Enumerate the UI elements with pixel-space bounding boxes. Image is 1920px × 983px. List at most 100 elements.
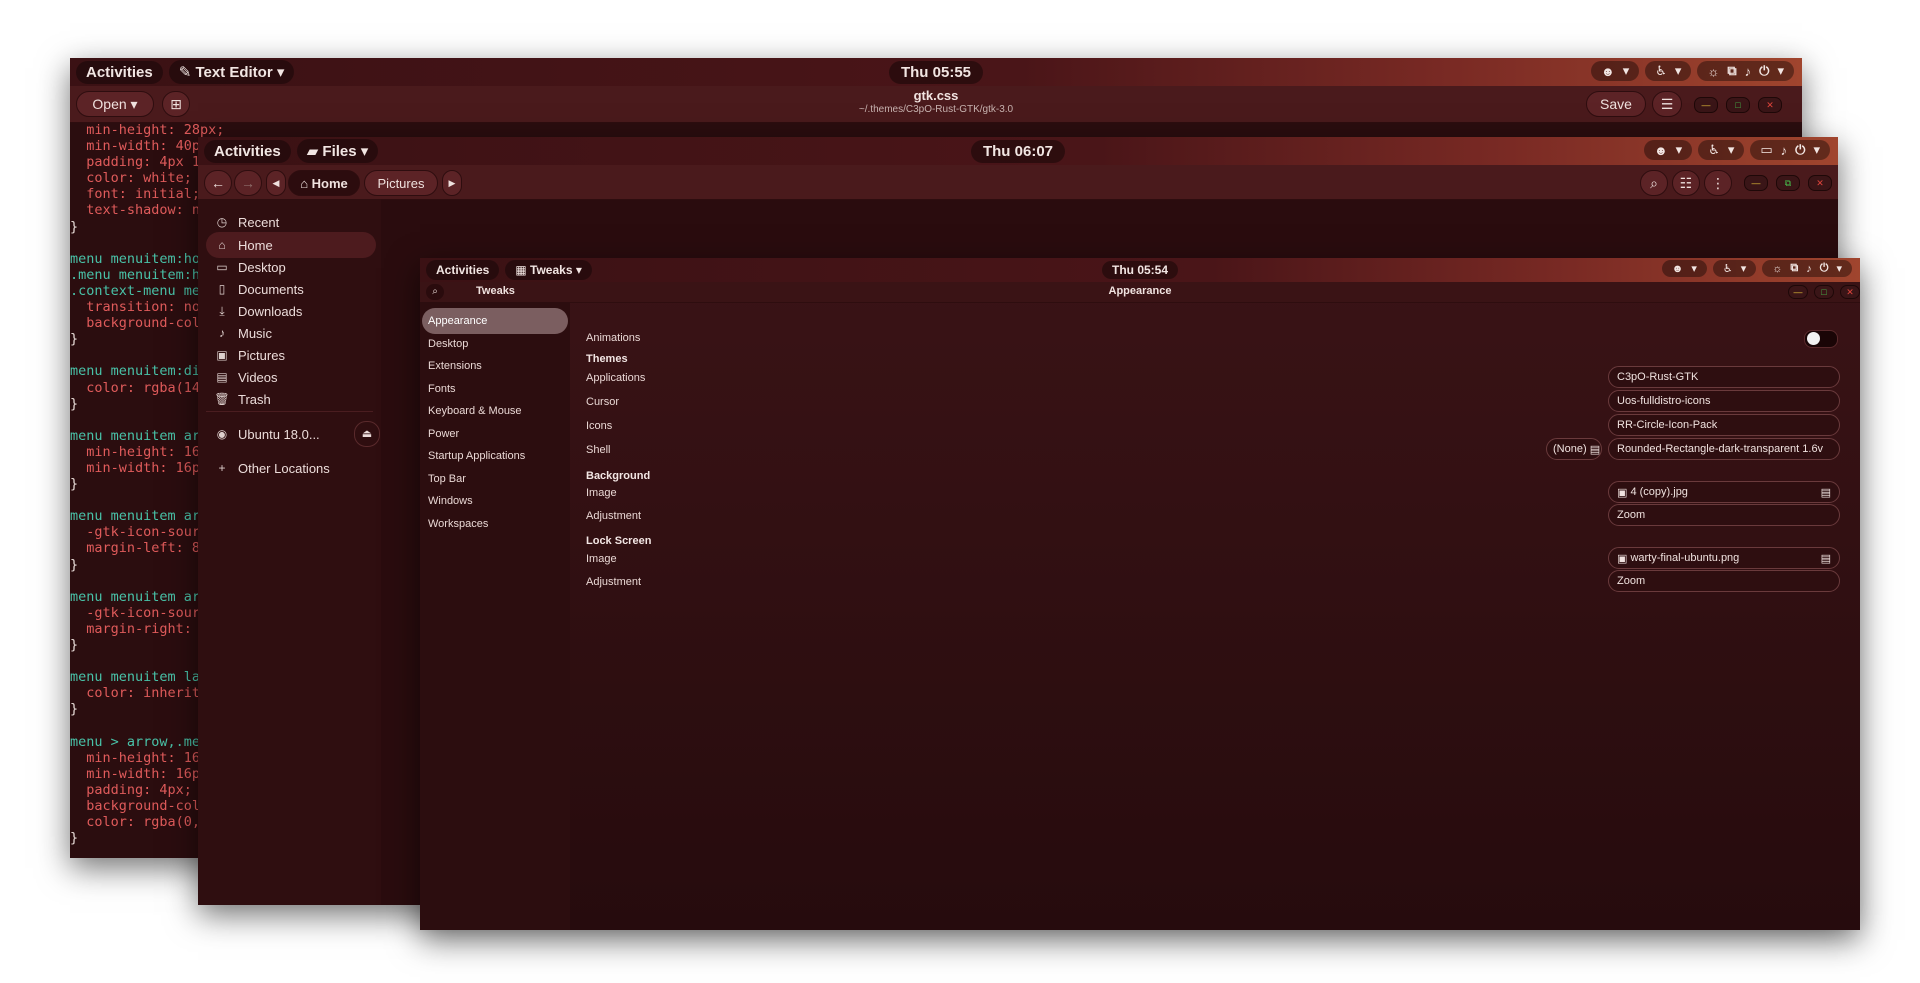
background-image-label: Image [586,487,617,499]
clock[interactable]: Thu 05:55 [888,60,984,84]
clock[interactable]: Thu 05:54 [1101,261,1179,279]
image-icon: ▣ [1617,486,1631,499]
view-toggle-button[interactable]: ☷ [1672,170,1700,196]
accessibility-menu[interactable]: ♿ ▾ [1698,140,1745,160]
background-adjustment-select[interactable]: Zoom [1608,504,1840,526]
lock-screen-image-label: Image [586,553,617,565]
app-menu-button[interactable]: ▰ Files ▾ [296,139,379,163]
editor-header-bar: Open ▾ ⊞ gtk.css ~/.themes/C3pO-Rust-GTK… [70,86,1802,123]
shell-none-button[interactable]: (None) ▤ [1546,438,1602,460]
code-line: text-shadow: n [70,202,201,219]
lock-screen-adjustment-value: Zoom [1617,575,1646,587]
lock-screen-adjustment-select[interactable]: Zoom [1608,570,1840,592]
places-sidebar: ◷ Recent ⌂ Home ▭ Desktop ▯ Documents ⤓ Downloads… [198,199,381,905]
applications-theme-select[interactable]: C3pO-Rust-GTK [1608,366,1840,388]
list-icon: ☷ [1679,174,1693,191]
app-menu-label: Text Editor [195,64,273,81]
path-pictures-button[interactable]: Pictures [364,170,438,196]
shell-none-label: (None) [1553,443,1587,455]
sidebar-item-ubuntu-18-0[interactable]: ◉ Ubuntu 18.0... ⏏ [206,421,380,447]
code-line: min-width: 16p [70,459,201,476]
system-menu[interactable]: ▭ ♪ ⏻ ▾ [1750,140,1830,160]
background-heading: Background [586,470,651,482]
volume-icon: ♪ [1744,63,1752,79]
file-chooser-icon: ▤ [1820,552,1831,565]
accessibility-menu[interactable]: ♿ ▾ [1645,61,1692,81]
files-top-bar: Activities ▰ Files ▾ Thu 06:07 ☻ ▾ ♿ ▾ ▭… [198,137,1838,165]
path-left-button[interactable]: ◀ [266,170,286,196]
indicator-menu[interactable]: ☻ ▾ [1661,260,1707,277]
system-menu[interactable]: ☼ ⧉ ♪ ⏻ ▾ [1697,61,1794,81]
sidebar-item-label: Trash [238,391,271,407]
shell-theme-select[interactable]: Rounded-Rectangle-dark-transparent 1.6v [1608,438,1840,460]
code-line: padding: 4px 1 [70,154,201,171]
background-image-picker[interactable]: ▣ 4 (copy).jpg ▤ [1608,481,1840,503]
music-icon: ♪ [219,326,225,340]
power-icon: ⏻ [1759,63,1770,78]
minimize-button[interactable]: — [1788,285,1808,299]
back-button[interactable]: ← [204,170,232,196]
accessibility-icon: ♿ [1655,63,1667,78]
maximize-button[interactable]: ⧉ [1776,175,1800,191]
clock[interactable]: Thu 06:07 [970,139,1066,163]
tweaks-icon: ▦ [515,263,531,277]
lock-screen-image-picker[interactable]: ▣ warty-final-ubuntu.png ▤ [1608,547,1840,569]
activities-button[interactable]: Activities [204,139,291,163]
image-icon: ▣ [1617,552,1631,565]
path-right-button[interactable]: ▶ [442,170,462,196]
eject-icon[interactable]: ⏏ [354,421,380,447]
app-menu-button[interactable]: ✎ Text Editor ▾ [168,60,295,84]
accessibility-menu[interactable]: ♿ ▾ [1712,260,1757,277]
options-button[interactable]: ⋮ [1704,170,1732,196]
close-button[interactable]: ✕ [1808,175,1832,191]
sidebar-item-label: Downloads [238,303,303,319]
forward-button[interactable]: → [234,170,262,196]
code-line: menu menuitem:di [70,363,201,380]
code-view[interactable]: min-height: 28px; min-width: 40p padding… [70,122,225,846]
brightness-icon: ☼ [1772,262,1783,275]
path-home-button[interactable]: ⌂ Home [288,170,360,196]
indicator-menu[interactable]: ☻ ▾ [1591,61,1640,81]
tweaks-window: Activities ▦ Tweaks ▾ Thu 05:54 ☻ ▾ ♿ ▾ … [420,258,1860,930]
system-menu[interactable]: ☼ ⧉ ♪ ⏻ ▾ [1762,260,1852,277]
code-line: -gtk-icon-sour [70,524,201,541]
plus-icon: + [218,461,226,475]
disk-icon: ◉ [216,427,228,441]
cursor-theme-select[interactable]: Uos-fulldistro-icons [1608,390,1840,412]
minimize-button[interactable]: — [1694,97,1718,113]
maximize-button[interactable]: □ [1726,97,1750,113]
background-adjustment-label: Adjustment [586,510,642,522]
search-button[interactable]: ⌕ [1640,170,1668,196]
editor-top-bar: Activities ✎ Text Editor ▾ Thu 05:55 ☻ ▾… [70,58,1802,86]
save-button[interactable]: Save [1586,91,1646,117]
pencil-icon: ✎ [178,64,196,81]
maximize-button[interactable]: □ [1814,285,1834,299]
sidebar-item-trash[interactable]: 🗑 Trash [206,386,376,412]
search-icon: ⌕ [1650,174,1658,191]
code-line: } [70,556,79,573]
close-button[interactable]: ✕ [1758,97,1782,113]
window-controls: — □ ✕ [1788,285,1860,299]
hamburger-menu-button[interactable]: ☰ [1652,91,1682,117]
animations-label: Animations [586,332,641,344]
system-tray: ☻ ▾ ♿ ▾ ☼ ⧉ ♪ ⏻ ▾ [1661,260,1852,277]
activities-button[interactable]: Activities [426,260,500,280]
download-icon: ⤓ [219,303,225,318]
code-line: min-height: 28px; [70,122,225,138]
icons-theme-select[interactable]: RR-Circle-Icon-Pack [1608,414,1840,436]
indicator-menu[interactable]: ☻ ▾ [1643,140,1693,160]
code-line: menu menuitem la [70,669,201,686]
window-controls: — ⧉ ✕ [1744,175,1832,191]
cursor-label: Cursor [586,396,620,408]
minimize-button[interactable]: — [1744,175,1768,191]
sidebar-item-other-locations[interactable]: + Other Locations [206,455,376,481]
close-button[interactable]: ✕ [1840,285,1860,299]
sidebar-item-workspaces[interactable]: Workspaces [422,511,568,537]
app-menu-button[interactable]: ▦ Tweaks ▾ [505,260,592,280]
activities-button[interactable]: Activities [76,60,163,84]
animations-switch[interactable] [1804,330,1838,348]
